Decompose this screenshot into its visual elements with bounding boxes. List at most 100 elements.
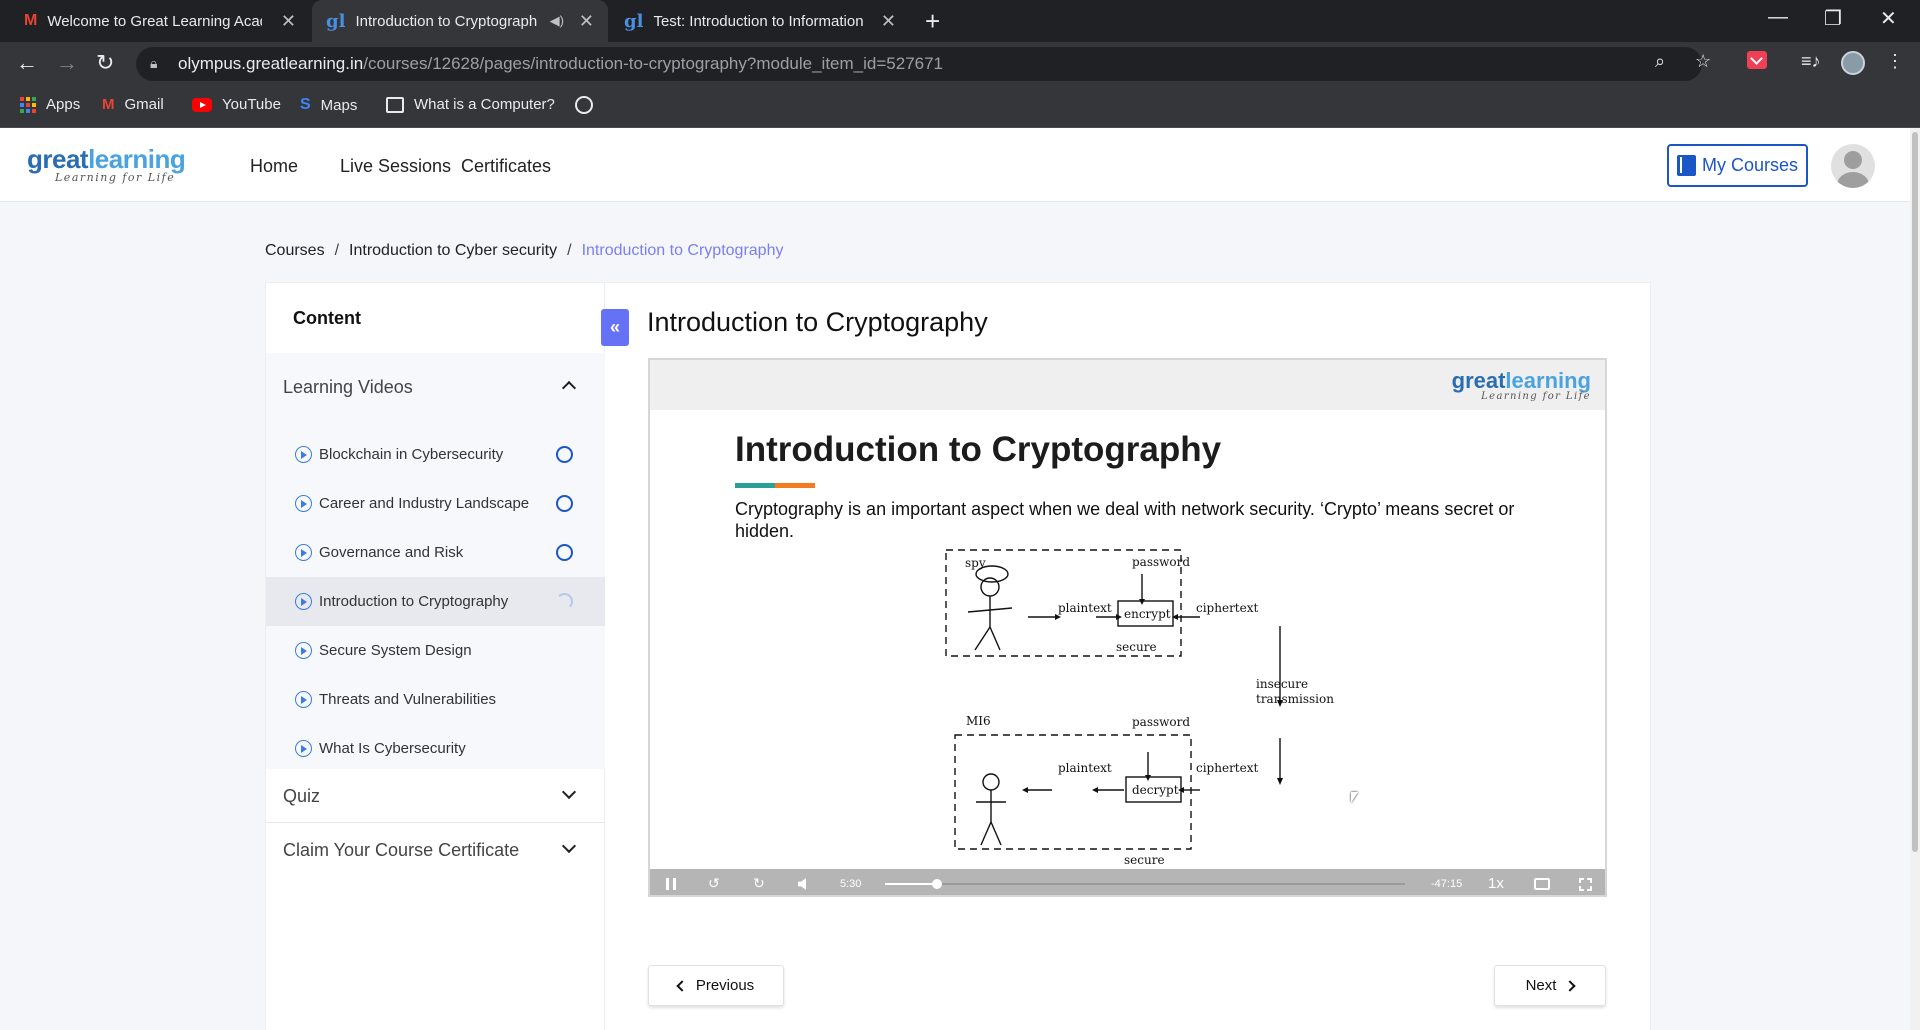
- bookmark-apps[interactable]: Apps: [20, 96, 80, 113]
- next-label: Next: [1525, 977, 1557, 994]
- diagram-label-ciphertext: ciphertext: [1196, 601, 1258, 615]
- lesson-title: Threats and Vulnerabilities: [319, 691, 497, 708]
- play-circle-icon: [295, 544, 312, 561]
- progress-spinner-icon: [556, 593, 573, 610]
- lesson-item[interactable]: What Is Cybersecurity: [266, 724, 605, 773]
- bookmark-maps[interactable]: S Maps: [300, 96, 357, 114]
- lesson-item[interactable]: Career and Industry Landscape: [266, 479, 605, 528]
- apps-grid-icon: [20, 96, 36, 113]
- greatlearning-logo[interactable]: greatlearning Learning for Life: [27, 144, 186, 184]
- lesson-item[interactable]: Governance and Risk: [266, 528, 605, 577]
- lesson-item-active[interactable]: Introduction to Cryptography: [266, 577, 605, 626]
- scrollbar-thumb[interactable]: [1912, 132, 1918, 852]
- lesson-item[interactable]: Secure System Design: [266, 626, 605, 675]
- status-circle-icon: [556, 446, 573, 463]
- playback-speed[interactable]: 1x: [1488, 875, 1504, 892]
- diagram-label-secure: secure: [1116, 640, 1157, 654]
- browser-tab-cryptography[interactable]: gl Introduction to Cryptograph ◀) ✕: [312, 0, 608, 42]
- user-avatar[interactable]: [1831, 144, 1875, 188]
- bookmarks-bar: Apps M Gmail YouTube S Maps What is a Co…: [0, 86, 1920, 128]
- previous-button[interactable]: Previous: [648, 965, 784, 1006]
- breadcrumb-course[interactable]: Introduction to Cyber security: [349, 242, 557, 260]
- breadcrumb-current: Introduction to Cryptography: [581, 242, 784, 259]
- elapsed-time: 5:30: [840, 878, 862, 890]
- next-button[interactable]: Next: [1494, 965, 1606, 1006]
- close-tab-icon[interactable]: ✕: [281, 11, 296, 32]
- greatlearning-icon: gl: [624, 10, 644, 32]
- lesson-page-title: Introduction to Cryptography: [647, 307, 988, 337]
- section-claim-certificate[interactable]: Claim Your Course Certificate: [266, 823, 605, 877]
- lesson-title: Governance and Risk: [319, 544, 464, 561]
- captions-icon[interactable]: [1534, 878, 1550, 890]
- logo-wordmark: great: [27, 144, 89, 174]
- close-window-icon[interactable]: ✕: [1880, 6, 1897, 31]
- section-learning-videos: Learning Videos Blockchain in Cybersecur…: [266, 353, 605, 769]
- play-circle-icon: [295, 740, 312, 757]
- nav-live-sessions[interactable]: Live Sessions: [340, 156, 451, 177]
- browser-menu-icon[interactable]: ⋮: [1886, 51, 1904, 72]
- new-tab-icon[interactable]: +: [925, 6, 940, 37]
- restore-icon[interactable]: ❐: [1824, 6, 1842, 31]
- minimize-icon[interactable]: —: [1768, 6, 1788, 29]
- nav-certificates[interactable]: Certificates: [461, 156, 551, 177]
- section-title[interactable]: Learning Videos: [283, 377, 413, 398]
- bookmark-globe[interactable]: [575, 96, 603, 114]
- gmail-icon: M: [102, 96, 115, 113]
- gmail-icon: M: [24, 12, 38, 29]
- bookmark-label: Gmail: [124, 96, 164, 113]
- document-icon: [386, 96, 404, 113]
- bookmark-star-icon[interactable]: ☆: [1695, 51, 1711, 72]
- bookmark-gmail[interactable]: M Gmail: [102, 96, 164, 113]
- back-arrow-icon[interactable]: ←: [16, 50, 38, 76]
- lesson-item[interactable]: Blockchain in Cybersecurity: [266, 430, 605, 479]
- seek-bar[interactable]: [885, 879, 1405, 889]
- pause-icon[interactable]: [666, 878, 676, 890]
- site-header: greatlearning Learning for Life Home Liv…: [0, 128, 1910, 202]
- browser-tab-strip: M Welcome to Great Learning Acad ✕ gl In…: [0, 0, 1920, 42]
- lesson-title: What Is Cybersecurity: [319, 740, 466, 757]
- browser-tab-gmail[interactable]: M Welcome to Great Learning Acad ✕: [10, 0, 310, 42]
- volume-icon[interactable]: [798, 878, 806, 890]
- forward-icon[interactable]: ↻: [753, 875, 765, 892]
- my-courses-button[interactable]: My Courses: [1667, 144, 1808, 187]
- status-circle-icon: [556, 544, 573, 561]
- seek-handle[interactable]: [932, 879, 942, 889]
- bookmark-youtube[interactable]: YouTube: [192, 96, 281, 113]
- rewind-icon[interactable]: ↺: [708, 875, 720, 892]
- browser-profile-avatar[interactable]: [1841, 51, 1865, 75]
- diagram-label-plaintext: plaintext: [1058, 601, 1112, 615]
- logo-tagline: Learning for Life: [55, 171, 176, 184]
- bookmark-label: YouTube: [222, 96, 281, 113]
- chevron-right-icon: [1564, 979, 1577, 992]
- forward-arrow-icon[interactable]: →: [56, 50, 78, 76]
- diagram-label-encrypt: encrypt: [1124, 607, 1171, 621]
- section-title: Quiz: [283, 786, 321, 806]
- diagram-label-insecure: insecure: [1256, 677, 1308, 691]
- media-control-icon[interactable]: ≡♪: [1801, 51, 1821, 72]
- breadcrumb-courses[interactable]: Courses: [265, 242, 325, 260]
- play-circle-icon: [295, 446, 312, 463]
- video-player[interactable]: greatlearning Learning for Life Introduc…: [648, 358, 1607, 897]
- lesson-item[interactable]: Threats and Vulnerabilities: [266, 675, 605, 724]
- browser-tab-test[interactable]: gl Test: Introduction to Information ✕: [610, 0, 910, 42]
- collapse-sidebar-button[interactable]: «: [601, 309, 629, 346]
- chevron-down-icon[interactable]: [561, 784, 577, 800]
- lesson-title: Blockchain in Cybersecurity: [319, 446, 504, 463]
- nav-home[interactable]: Home: [250, 156, 298, 177]
- pocket-extension-icon[interactable]: [1747, 51, 1767, 69]
- zoom-search-icon[interactable]: ⌕: [1655, 51, 1665, 72]
- section-quiz[interactable]: Quiz: [266, 769, 605, 823]
- chevron-down-icon[interactable]: [561, 838, 577, 854]
- fullscreen-icon[interactable]: [1579, 878, 1592, 891]
- reload-icon[interactable]: ↻: [96, 50, 114, 76]
- play-circle-icon: [295, 495, 312, 512]
- close-tab-icon[interactable]: ✕: [579, 11, 594, 32]
- page-scrollbar[interactable]: [1910, 128, 1920, 1030]
- logo-wordmark-accent: learning: [88, 144, 186, 174]
- chevron-up-icon[interactable]: [561, 380, 577, 396]
- bookmark-what-is-a-computer[interactable]: What is a Computer?: [386, 96, 555, 113]
- speaker-icon[interactable]: ◀): [550, 13, 564, 29]
- address-bar[interactable]: 🔒︎ olympus.greatlearning.in/courses/1262…: [136, 47, 1702, 81]
- double-chevron-left-icon: «: [609, 317, 620, 337]
- close-tab-icon[interactable]: ✕: [881, 11, 896, 32]
